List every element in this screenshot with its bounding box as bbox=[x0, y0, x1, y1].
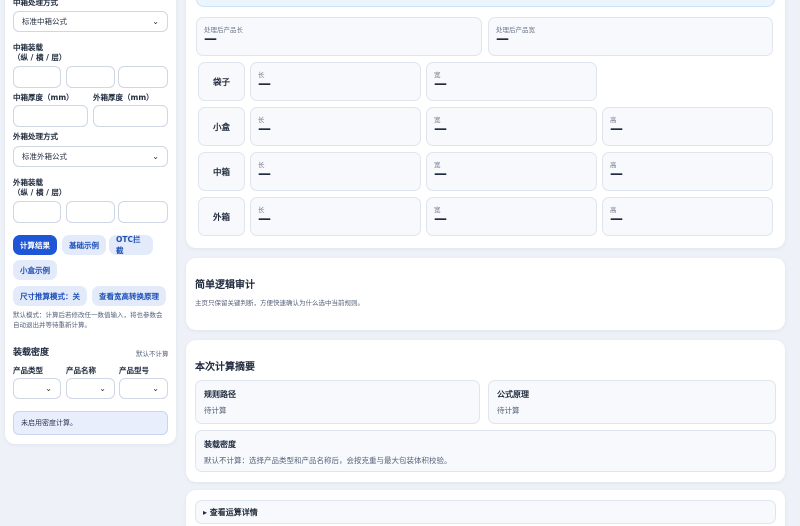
formula-box: 公式原理 待计算 bbox=[488, 380, 776, 424]
density-title: 装载密度 bbox=[13, 348, 50, 358]
view-details-toggle[interactable]: ▸ 查看运算详情 bbox=[195, 500, 776, 524]
inner-carton-length-box: 长 — bbox=[250, 152, 421, 191]
view-rule-button[interactable]: 查看宽高转换原理 bbox=[92, 286, 166, 306]
chevron-down-icon: ⌄ bbox=[45, 384, 52, 393]
row-label-bag: 袋子 bbox=[198, 62, 245, 101]
chevron-down-icon: ⌄ bbox=[99, 384, 106, 393]
outer-thickness-label: 外箱厚度（mm） bbox=[93, 93, 154, 102]
chevron-down-icon: ⌄ bbox=[152, 384, 159, 393]
inner-carton-width-box: 宽 — bbox=[426, 152, 597, 191]
product-name-label: 产品名称 bbox=[66, 366, 96, 375]
formula-title: 公式原理 bbox=[497, 390, 529, 399]
outer-carton-width-box: 宽 — bbox=[426, 197, 597, 236]
small-box-height-box: 高 — bbox=[602, 107, 773, 146]
processed-width-value: — bbox=[496, 32, 509, 47]
inner-pack-sub: （纵 / 横 / 层） bbox=[13, 53, 67, 62]
inner-method-label: 中箱处理方式 bbox=[13, 0, 58, 7]
calculate-button[interactable]: 计算结果 bbox=[13, 235, 57, 255]
outer-method-label: 外箱处理方式 bbox=[13, 132, 58, 141]
product-type-label: 产品类型 bbox=[13, 366, 43, 375]
inner-carton-width-value: — bbox=[434, 167, 447, 182]
outer-pack-length-input[interactable] bbox=[13, 201, 61, 223]
bag-width-box: 宽 — bbox=[426, 62, 597, 101]
rule-path-value: 待计算 bbox=[204, 406, 227, 415]
processed-length-box: 处理后产品长 — bbox=[196, 17, 482, 56]
chevron-down-icon: ⌄ bbox=[152, 152, 159, 161]
small-box-width-box: 宽 — bbox=[426, 107, 597, 146]
outer-carton-length-value: — bbox=[258, 212, 271, 227]
summary-card: 本次计算摘要 规则路径 待计算 公式原理 待计算 装载密度 默认不计算：选择产品… bbox=[186, 340, 785, 482]
product-type-select[interactable]: ⌄ bbox=[13, 378, 61, 399]
row-label-outer-carton: 外箱 bbox=[198, 197, 245, 236]
product-name-select[interactable]: ⌄ bbox=[66, 378, 115, 399]
outer-carton-height-value: — bbox=[610, 212, 623, 227]
inner-carton-length-value: — bbox=[258, 167, 271, 182]
bag-width-value: — bbox=[434, 77, 447, 92]
outer-pack-sub: （纵 / 横 / 层） bbox=[13, 188, 67, 197]
settings-panel: 中箱处理方式 标准中箱公式 ⌄ 中箱装载 （纵 / 横 / 层） 中箱厚度（mm… bbox=[5, 0, 176, 444]
density-default-label: 默认不计算 bbox=[136, 350, 169, 358]
inner-pack-layer-input[interactable] bbox=[118, 66, 168, 88]
inner-carton-height-value: — bbox=[610, 167, 623, 182]
product-model-label: 产品型号 bbox=[119, 366, 149, 375]
inner-method-value: 标准中箱公式 bbox=[22, 17, 67, 26]
row-label-inner-carton: 中箱 bbox=[198, 152, 245, 191]
outer-pack-layer-input[interactable] bbox=[118, 201, 168, 223]
formula-value: 待计算 bbox=[497, 406, 520, 415]
density-summary-box: 装载密度 默认不计算：选择产品类型和产品名称后，会按克重与最大包装体积校验。 bbox=[195, 430, 776, 472]
summary-title: 本次计算摘要 bbox=[195, 362, 255, 373]
outer-carton-length-box: 长 — bbox=[250, 197, 421, 236]
size-mode-toggle-button[interactable]: 尺寸推算模式：关 bbox=[13, 286, 87, 306]
outer-method-value: 标准外箱公式 bbox=[22, 152, 67, 161]
small-box-height-value: — bbox=[610, 122, 623, 137]
density-summary-value: 默认不计算：选择产品类型和产品名称后，会按克重与最大包装体积校验。 bbox=[204, 456, 452, 465]
inner-pack-length-input[interactable] bbox=[13, 66, 61, 88]
inner-method-select[interactable]: 标准中箱公式 ⌄ bbox=[13, 11, 168, 32]
mode-hint: 默认模式：计算后若修改任一数值输入，将也参数会自动退出并等待重新计算。 bbox=[13, 311, 163, 329]
result-banner bbox=[196, 0, 775, 7]
inner-pack-label: 中箱装载 bbox=[13, 43, 43, 52]
audit-description: 主页只保留关键判断，方便快速确认为什么选中当前规则。 bbox=[195, 299, 364, 307]
bag-length-box: 长 — bbox=[250, 62, 421, 101]
outer-thickness-input[interactable] bbox=[93, 105, 168, 127]
bag-length-value: — bbox=[258, 77, 271, 92]
density-summary-title: 装载密度 bbox=[204, 440, 236, 449]
chevron-down-icon: ⌄ bbox=[152, 17, 159, 26]
outer-carton-width-value: — bbox=[434, 212, 447, 227]
row-label-small-box: 小盒 bbox=[198, 107, 245, 146]
processed-width-box: 处理后产品宽 — bbox=[488, 17, 773, 56]
inner-thickness-input[interactable] bbox=[13, 105, 88, 127]
basic-example-button[interactable]: 基础示例 bbox=[62, 235, 106, 255]
result-card: 处理后产品长 — 处理后产品宽 — 袋子 长 — 宽 — 小盒 长 — 宽 — … bbox=[186, 0, 785, 248]
audit-title: 简单逻辑审计 bbox=[195, 280, 255, 291]
outer-method-select[interactable]: 标准外箱公式 ⌄ bbox=[13, 146, 168, 167]
details-card: ▸ 查看运算详情 bbox=[186, 490, 785, 526]
inner-thickness-label: 中箱厚度（mm） bbox=[13, 93, 74, 102]
rule-path-box: 规则路径 待计算 bbox=[195, 380, 480, 424]
density-note: 未启用密度计算。 bbox=[13, 411, 168, 435]
outer-pack-label: 外箱装载 bbox=[13, 178, 43, 187]
small-box-length-box: 长 — bbox=[250, 107, 421, 146]
processed-length-value: — bbox=[204, 32, 217, 47]
inner-carton-height-box: 高 — bbox=[602, 152, 773, 191]
small-box-example-button[interactable]: 小盒示例 bbox=[13, 260, 57, 280]
product-model-select[interactable]: ⌄ bbox=[119, 378, 168, 399]
outer-pack-width-input[interactable] bbox=[66, 201, 115, 223]
outer-carton-height-box: 高 — bbox=[602, 197, 773, 236]
rule-path-title: 规则路径 bbox=[204, 390, 236, 399]
otc-intercept-button[interactable]: OTC拦截 bbox=[109, 235, 153, 255]
inner-pack-width-input[interactable] bbox=[66, 66, 115, 88]
small-box-width-value: — bbox=[434, 122, 447, 137]
small-box-length-value: — bbox=[258, 122, 271, 137]
audit-card: 简单逻辑审计 主页只保留关键判断，方便快速确认为什么选中当前规则。 bbox=[186, 258, 785, 330]
